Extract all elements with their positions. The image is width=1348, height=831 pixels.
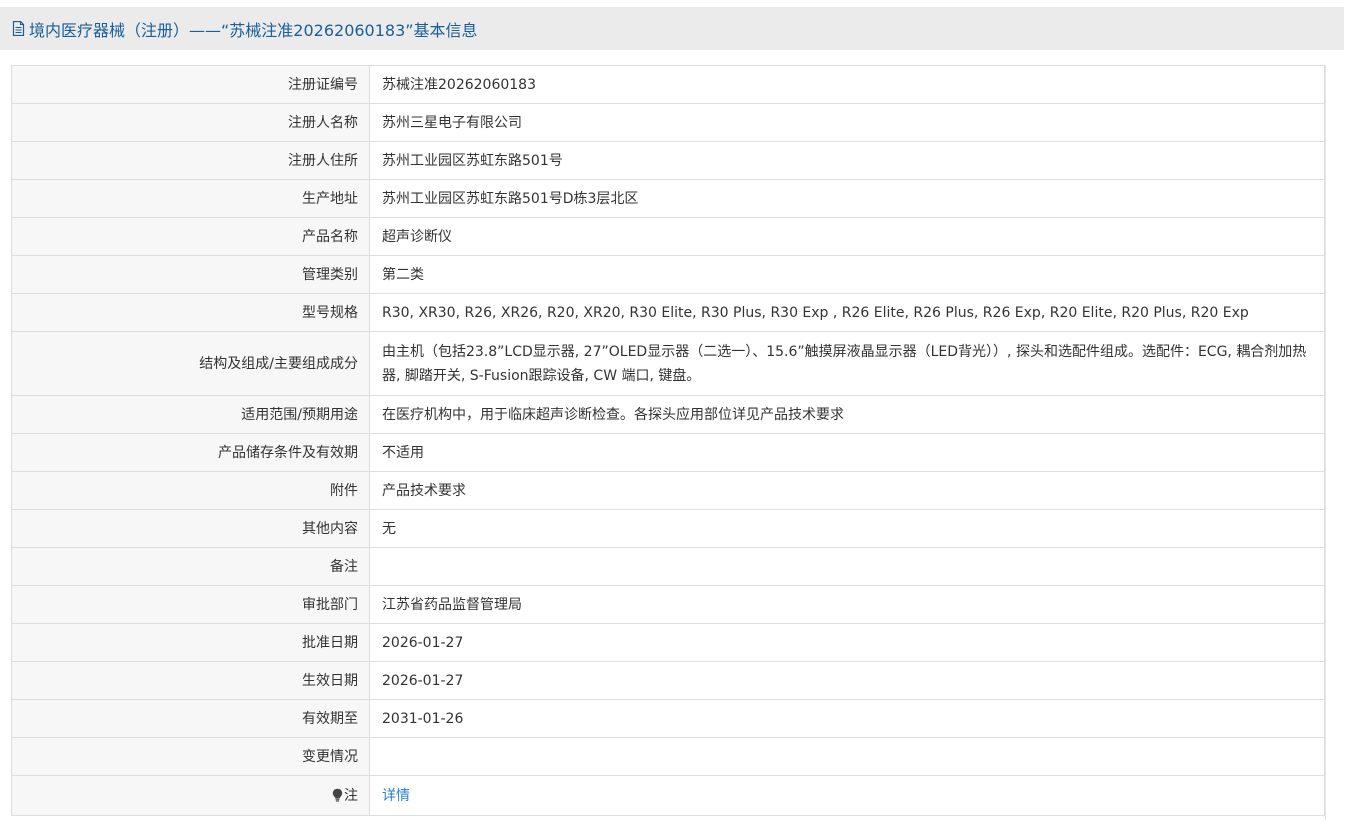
table-row: 注册人住所 苏州工业园区苏虹东路501号 bbox=[11, 141, 1325, 180]
field-value: 苏州工业园区苏虹东路501号D栋3层北区 bbox=[369, 179, 1325, 218]
details-link[interactable]: 详情 bbox=[382, 788, 410, 804]
field-value: R30, XR30, R26, XR26, R20, XR20, R30 Eli… bbox=[369, 293, 1325, 332]
field-value bbox=[369, 737, 1325, 776]
table-row: 结构及组成/主要组成成分 由主机（包括23.8”LCD显示器, 27”OLED显… bbox=[11, 331, 1325, 396]
field-label: 适用范围/预期用途 bbox=[11, 395, 370, 434]
table-row: 注册人名称 苏州三星电子有限公司 bbox=[11, 103, 1325, 142]
table-row: 注册证编号 苏械注准20262060183 bbox=[11, 65, 1325, 104]
field-label: 注册证编号 bbox=[11, 65, 370, 104]
field-value: 2031-01-26 bbox=[369, 699, 1325, 738]
table-row: 批准日期 2026-01-27 bbox=[11, 623, 1325, 662]
field-label: 注册人名称 bbox=[11, 103, 370, 142]
table-row: 适用范围/预期用途 在医疗机构中，用于临床超声诊断检查。各探头应用部位详见产品技… bbox=[11, 395, 1325, 434]
field-value: 苏州三星电子有限公司 bbox=[369, 103, 1325, 142]
table-row: 产品储存条件及有效期 不适用 bbox=[11, 433, 1325, 472]
field-label: 附件 bbox=[11, 471, 370, 510]
field-value: 由主机（包括23.8”LCD显示器, 27”OLED显示器（二选一）、15.6”… bbox=[369, 331, 1325, 396]
table-row: 审批部门 江苏省药品监督管理局 bbox=[11, 585, 1325, 624]
note-row: 注 详情 bbox=[11, 775, 1325, 816]
divider bbox=[1325, 65, 1326, 820]
note-label: 注 bbox=[344, 787, 358, 804]
field-value: 第二类 bbox=[369, 255, 1325, 294]
field-value: 苏械注准20262060183 bbox=[369, 65, 1325, 104]
note-value-cell: 详情 bbox=[369, 775, 1325, 816]
field-value: 产品技术要求 bbox=[369, 471, 1325, 510]
field-value: 2026-01-27 bbox=[369, 661, 1325, 700]
page-title: 境内医疗器械（注册）——“苏械注准20262060183”基本信息 bbox=[29, 20, 478, 40]
field-label: 生产地址 bbox=[11, 179, 370, 218]
field-value: 2026-01-27 bbox=[369, 623, 1325, 662]
table-row: 其他内容 无 bbox=[11, 509, 1325, 548]
field-label: 结构及组成/主要组成成分 bbox=[11, 331, 370, 396]
field-label: 备注 bbox=[11, 547, 370, 586]
lightbulb-icon bbox=[332, 786, 343, 802]
table-row: 变更情况 bbox=[11, 737, 1325, 776]
field-label: 生效日期 bbox=[11, 661, 370, 700]
info-table-container: 注册证编号 苏械注准20262060183 注册人名称 苏州三星电子有限公司 注… bbox=[11, 65, 1325, 816]
field-label: 其他内容 bbox=[11, 509, 370, 548]
table-row: 型号规格 R30, XR30, R26, XR26, R20, XR20, R3… bbox=[11, 293, 1325, 332]
field-label: 管理类别 bbox=[11, 255, 370, 294]
table-row: 生产地址 苏州工业园区苏虹东路501号D栋3层北区 bbox=[11, 179, 1325, 218]
table-row: 管理类别 第二类 bbox=[11, 255, 1325, 294]
field-label: 审批部门 bbox=[11, 585, 370, 624]
field-label: 批准日期 bbox=[11, 623, 370, 662]
note-label-cell: 注 bbox=[11, 775, 370, 816]
table-row: 产品名称 超声诊断仪 bbox=[11, 217, 1325, 256]
field-label: 产品名称 bbox=[11, 217, 370, 256]
table-row: 有效期至 2031-01-26 bbox=[11, 699, 1325, 738]
field-label: 产品储存条件及有效期 bbox=[11, 433, 370, 472]
field-value: 不适用 bbox=[369, 433, 1325, 472]
field-label: 注册人住所 bbox=[11, 141, 370, 180]
field-value: 在医疗机构中，用于临床超声诊断检查。各探头应用部位详见产品技术要求 bbox=[369, 395, 1325, 434]
field-value bbox=[369, 547, 1325, 586]
table-row: 生效日期 2026-01-27 bbox=[11, 661, 1325, 700]
field-label: 变更情况 bbox=[11, 737, 370, 776]
table-row: 附件 产品技术要求 bbox=[11, 471, 1325, 510]
field-value: 苏州工业园区苏虹东路501号 bbox=[369, 141, 1325, 180]
document-icon bbox=[12, 21, 25, 36]
field-label: 有效期至 bbox=[11, 699, 370, 738]
page-header: 境内医疗器械（注册）——“苏械注准20262060183”基本信息 bbox=[0, 7, 1344, 50]
field-value: 江苏省药品监督管理局 bbox=[369, 585, 1325, 624]
field-value: 超声诊断仪 bbox=[369, 217, 1325, 256]
table-row: 备注 bbox=[11, 547, 1325, 586]
info-table: 注册证编号 苏械注准20262060183 注册人名称 苏州三星电子有限公司 注… bbox=[11, 65, 1325, 816]
field-value: 无 bbox=[369, 509, 1325, 548]
field-label: 型号规格 bbox=[11, 293, 370, 332]
